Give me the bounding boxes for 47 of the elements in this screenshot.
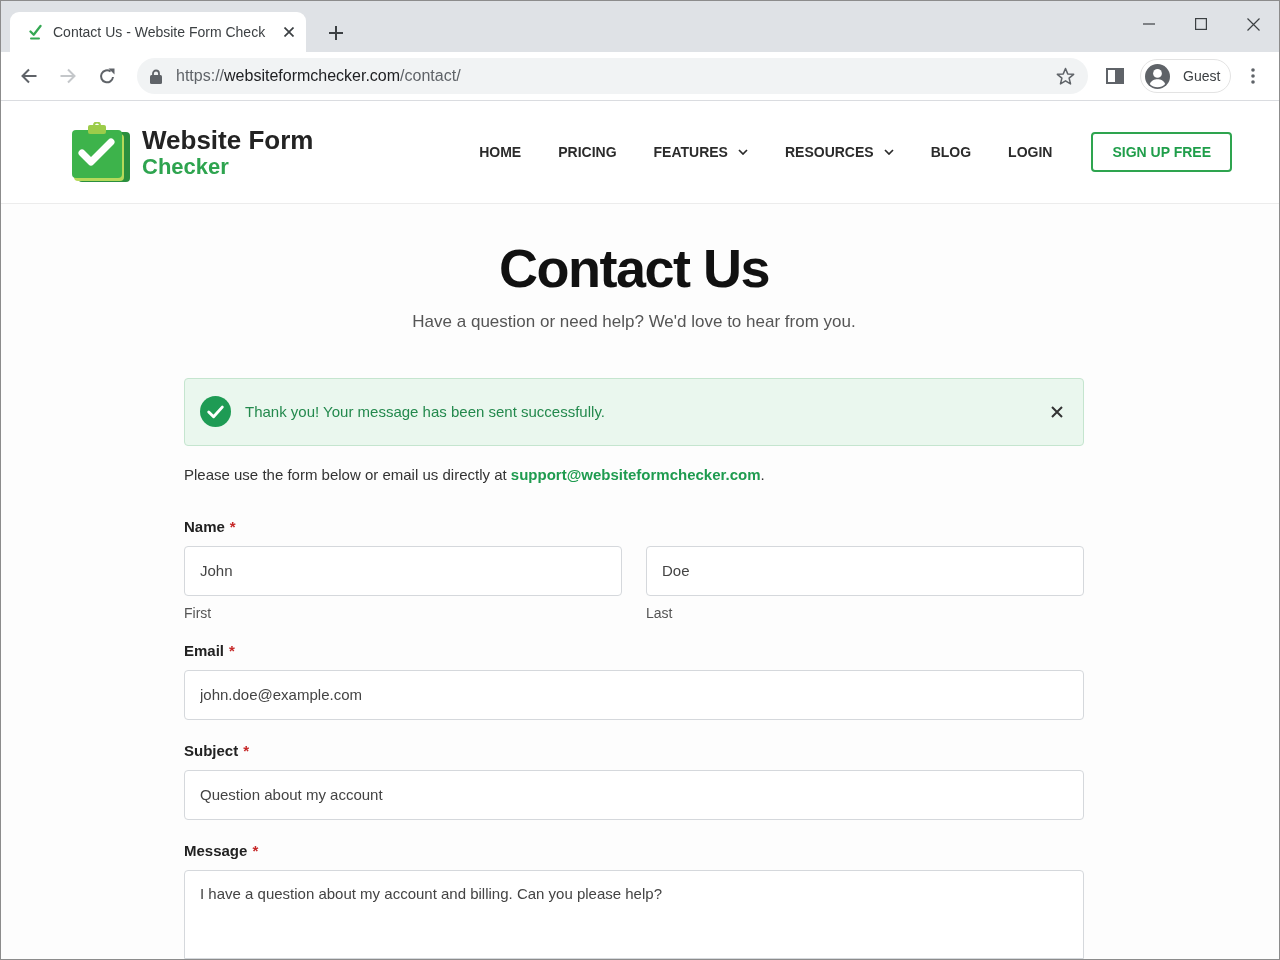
- field-label: Email: [184, 640, 225, 661]
- person-icon: [1145, 63, 1170, 89]
- close-icon[interactable]: [284, 27, 294, 37]
- required-asterisk: *: [229, 516, 236, 537]
- side-panel-icon[interactable]: [1106, 68, 1124, 84]
- message-field[interactable]: I have a question about my account and billing. Can you please help?: [184, 869, 1084, 959]
- plus-icon[interactable]: [329, 26, 343, 40]
- field-label: Message: [184, 840, 248, 861]
- required-asterisk: *: [243, 740, 250, 761]
- lock-icon: [150, 68, 162, 84]
- input-field[interactable]: John: [184, 545, 622, 596]
- nav-link[interactable]: FEATURES: [653, 141, 748, 163]
- email-link[interactable]: support@websiteformchecker.com: [510, 465, 761, 483]
- clipboard-check-logo[interactable]: [72, 122, 130, 182]
- required-asterisk: *: [252, 840, 259, 861]
- address-bar[interactable]: https://websiteformchecker.com/contact/: [137, 58, 1088, 94]
- back-arrow-icon[interactable]: [21, 68, 37, 84]
- input-sublabel: First: [184, 603, 213, 623]
- nav-link[interactable]: BLOG: [930, 141, 972, 163]
- brand-name-top: Website Form: [142, 126, 314, 153]
- close-icon[interactable]: [1051, 405, 1063, 418]
- maximize-icon[interactable]: [1195, 18, 1207, 30]
- checkmark-icon: [29, 24, 42, 40]
- field-label: Name: [184, 516, 225, 537]
- page-title: Contact Us: [498, 237, 770, 300]
- browser-tab[interactable]: Contact Us - Website Form Check: [10, 12, 306, 52]
- input-field[interactable]: Question about my account: [184, 769, 1084, 820]
- intro-text: Please use the form below or email us directly at support@websiteformchecker.com.: [184, 464, 766, 485]
- field-label: Subject: [184, 740, 239, 761]
- nav-link[interactable]: LOGIN: [1008, 141, 1053, 163]
- check-circle-icon: [200, 396, 231, 428]
- input-field[interactable]: Doe: [646, 545, 1084, 596]
- required-asterisk: *: [229, 640, 235, 661]
- menu-icon[interactable]: [1251, 68, 1255, 84]
- reload-icon[interactable]: [99, 68, 115, 84]
- profile-button[interactable]: Guest: [1140, 59, 1231, 93]
- url-text: https://websiteformchecker.com/contact/: [176, 66, 462, 86]
- input-sublabel: Last: [646, 603, 674, 623]
- page-subtitle: Have a question or need help? We'd love to hear from you.: [411, 310, 857, 333]
- close-icon[interactable]: [1246, 17, 1260, 31]
- nav-link[interactable]: RESOURCES: [784, 141, 894, 163]
- alert-message: Thank you! Your message has been sent successfully.: [245, 401, 606, 422]
- nav-link[interactable]: HOME: [479, 141, 522, 163]
- nav-link[interactable]: PRICING: [558, 141, 617, 163]
- brand-name-bottom: Checker: [142, 155, 230, 178]
- star-icon[interactable]: [1056, 66, 1075, 86]
- input-field[interactable]: john.doe@example.com: [184, 669, 1084, 720]
